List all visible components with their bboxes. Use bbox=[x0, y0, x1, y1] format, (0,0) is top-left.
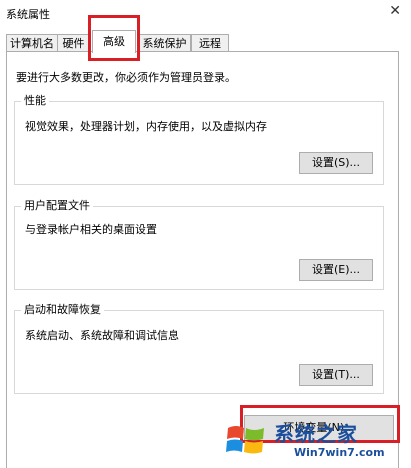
startup-recovery-settings-button[interactable]: 设置(T)... bbox=[299, 364, 373, 386]
startup-recovery-group: 启动和故障恢复 系统启动、系统故障和调试信息 设置(T)... bbox=[14, 304, 384, 394]
performance-description: 视觉效果，处理器计划，内存使用，以及虚拟内存 bbox=[25, 120, 267, 133]
tab-system-protection[interactable]: 系统保护 bbox=[138, 34, 191, 52]
close-icon[interactable]: ✕ bbox=[389, 3, 401, 19]
admin-note: 要进行大多数更改，你必须作为管理员登录。 bbox=[16, 71, 236, 84]
windows-logo-icon bbox=[226, 426, 264, 454]
watermark-en: Win7win7.com bbox=[294, 446, 385, 459]
tab-hardware[interactable]: 硬件 bbox=[57, 34, 90, 52]
user-profiles-title: 用户配置文件 bbox=[21, 200, 93, 212]
performance-settings-button[interactable]: 设置(S)... bbox=[299, 152, 373, 174]
watermark-cn: 系统之家 bbox=[274, 422, 358, 446]
watermark: 系统之家 Win7win7.com bbox=[220, 412, 411, 468]
window-title: 系统属性 bbox=[6, 8, 50, 21]
startup-recovery-description: 系统启动、系统故障和调试信息 bbox=[25, 329, 179, 342]
user-profiles-group: 用户配置文件 与登录帐户相关的桌面设置 设置(E)... bbox=[14, 200, 384, 290]
tab-strip: 计算机名 硬件 高级 系统保护 远程 bbox=[0, 26, 411, 53]
tab-computer-name[interactable]: 计算机名 bbox=[6, 34, 58, 52]
user-profiles-description: 与登录帐户相关的桌面设置 bbox=[25, 223, 157, 236]
performance-title: 性能 bbox=[21, 95, 49, 107]
title-bar: 系统属性 ✕ bbox=[0, 0, 411, 26]
user-profiles-settings-button[interactable]: 设置(E)... bbox=[299, 259, 373, 281]
startup-recovery-title: 启动和故障恢复 bbox=[21, 304, 104, 316]
performance-group: 性能 视觉效果，处理器计划，内存使用，以及虚拟内存 设置(S)... bbox=[14, 95, 384, 185]
tab-remote[interactable]: 远程 bbox=[191, 34, 229, 52]
highlight-advanced-tab bbox=[88, 15, 140, 61]
tab-divider bbox=[6, 51, 399, 52]
